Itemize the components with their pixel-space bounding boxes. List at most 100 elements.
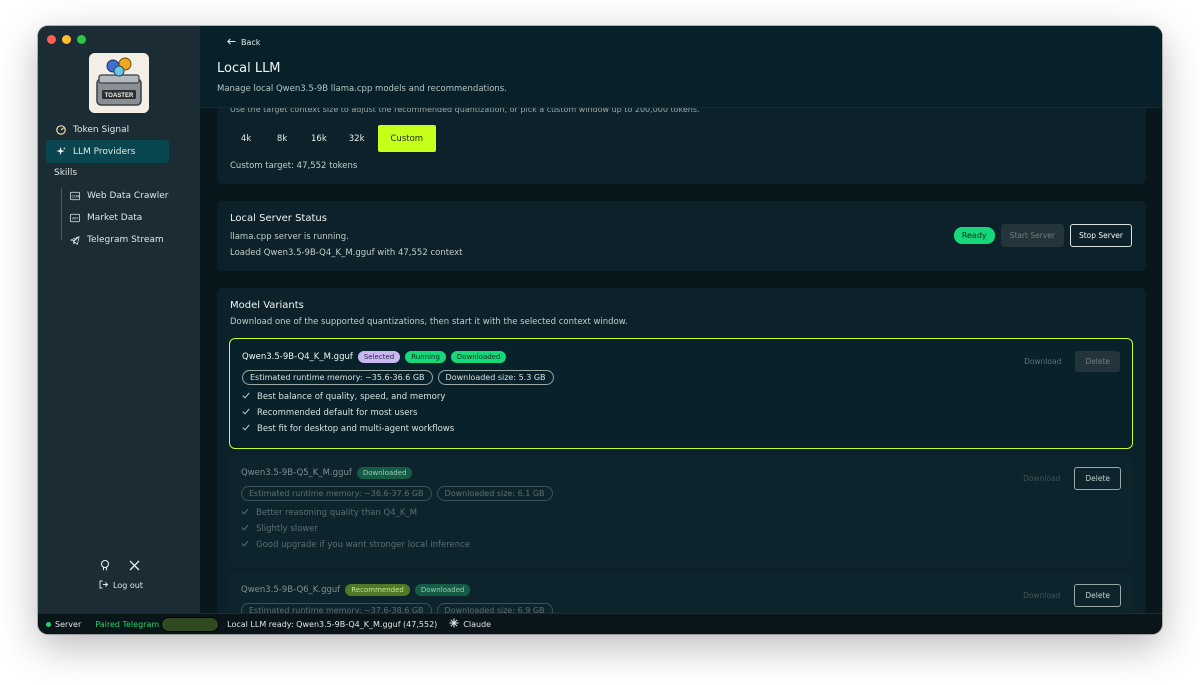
github-icon[interactable] (99, 556, 111, 575)
window-controls (47, 35, 86, 44)
server-ready-badge: Ready (953, 227, 995, 244)
gauge-icon (56, 124, 66, 135)
sidebar-item-label: Telegram Stream (87, 235, 164, 245)
selected-badge: Selected (357, 351, 401, 363)
server-status-label: Server (55, 619, 82, 629)
feature-text: Best fit for desktop and multi-agent wor… (257, 424, 455, 434)
minimize-window-button[interactable] (62, 35, 71, 44)
server-loaded-model: Loaded Qwen3.5-9B-Q4_K_M.gguf with 47,55… (230, 248, 463, 258)
variant-card-q5-k-m[interactable]: Qwen3.5-9B-Q5_K_M.gguf Downloaded Estima… (229, 455, 1133, 565)
context-option-4k[interactable]: 4k (230, 125, 262, 152)
svg-text:TOASTER: TOASTER (105, 93, 134, 99)
feature-text: Slightly slower (256, 524, 318, 534)
download-size-chip: Downloaded size: 6.9 GB (436, 603, 553, 613)
delete-button[interactable]: Delete (1074, 467, 1121, 490)
variant-feature: Good upgrade if you want stronger local … (241, 540, 470, 550)
variant-feature: Recommended default for most users (242, 408, 417, 418)
variant-header: Qwen3.5-9B-Q5_K_M.gguf Downloaded (241, 467, 413, 479)
stop-server-button[interactable]: Stop Server (1069, 224, 1132, 247)
context-size-selector: 4k 8k 16k 32k Custom (230, 125, 437, 152)
context-option-8k[interactable]: 8k (266, 125, 298, 152)
variant-header: Qwen3.5-9B-Q6_K.gguf Recommended Downloa… (241, 584, 471, 596)
variant-card-q4-k-m[interactable]: Qwen3.5-9B-Q4_K_M.gguf Selected Running … (229, 338, 1133, 449)
context-option-custom[interactable]: Custom (377, 125, 437, 152)
variant-meta: Estimated runtime memory: ~35.6-36.6 GB … (242, 370, 554, 385)
variant-actions: Download Delete (1024, 351, 1120, 372)
sidebar-item-token-signal[interactable]: Token Signal (46, 118, 169, 141)
sidebar-item-web-data-crawler[interactable]: .COM Web Data Crawler (64, 186, 168, 206)
running-badge: Running (405, 351, 446, 363)
skills-tree-line (61, 188, 62, 240)
download-size-chip: Downloaded size: 6.1 GB (436, 486, 553, 501)
sidebar-item-llm-providers[interactable]: LLM Providers (46, 140, 169, 163)
llm-status-label: Local LLM ready: Qwen3.5-9B-Q4_K_M.gguf … (227, 619, 438, 629)
variant-feature: Better reasoning quality than Q4_K_M (241, 508, 417, 518)
download-button[interactable]: Download (1023, 591, 1060, 600)
api-icon: API (70, 213, 80, 223)
variant-feature: Slightly slower (241, 524, 318, 534)
model-variants-subtitle: Download one of the supported quantizati… (230, 317, 628, 327)
variant-actions: Download Delete (1023, 467, 1121, 490)
variant-meta: Estimated runtime memory: ~37.6-38.6 GB … (241, 603, 553, 613)
context-option-16k[interactable]: 16k (302, 125, 336, 152)
check-icon (241, 508, 249, 518)
sidebar-item-label: Market Data (87, 213, 143, 223)
feature-text: Recommended default for most users (257, 408, 418, 418)
check-icon (242, 392, 250, 402)
zoom-window-button[interactable] (77, 35, 86, 44)
sidebar-item-label: Web Data Crawler (87, 191, 169, 201)
sparkle-icon (56, 146, 66, 157)
variant-name: Qwen3.5-9B-Q6_K.gguf (241, 585, 341, 595)
sidebar-item-market-data[interactable]: API Market Data (64, 208, 142, 228)
recommended-badge: Recommended (345, 584, 410, 596)
page-header: Back Local LLM Manage local Qwen3.5-9B l… (200, 26, 1162, 108)
main-content: Back Local LLM Manage local Qwen3.5-9B l… (200, 26, 1162, 613)
downloaded-badge: Downloaded (414, 584, 471, 596)
svg-text:API: API (72, 217, 78, 221)
sidebar: TOASTER Token Signal LLM Providers Skill… (38, 26, 200, 613)
sidebar-item-label: Token Signal (73, 124, 130, 135)
logout-button[interactable]: Log out (99, 580, 143, 591)
close-window-button[interactable] (47, 35, 56, 44)
skills-heading: Skills (54, 168, 78, 178)
runtime-memory-chip: Estimated runtime memory: ~36.6-37.6 GB (241, 486, 432, 501)
variant-name: Qwen3.5-9B-Q5_K_M.gguf (241, 468, 352, 478)
feature-text: Good upgrade if you want stronger local … (256, 540, 471, 550)
page-title: Local LLM (217, 61, 281, 76)
telegram-icon (70, 235, 80, 245)
variant-card-q6-k[interactable]: Qwen3.5-9B-Q6_K.gguf Recommended Downloa… (229, 572, 1133, 613)
back-button[interactable]: Back (227, 38, 260, 47)
server-status-item: Server (46, 620, 81, 629)
runtime-memory-chip: Estimated runtime memory: ~37.6-38.6 GB (241, 603, 432, 613)
context-card: Use the target context size to adjust th… (217, 100, 1146, 184)
variant-feature: Best fit for desktop and multi-agent wor… (242, 424, 454, 434)
sidebar-social (38, 556, 200, 575)
download-button[interactable]: Download (1023, 474, 1060, 483)
back-label: Back (241, 38, 261, 47)
app-logo: TOASTER (89, 53, 149, 113)
variant-feature: Best balance of quality, speed, and memo… (242, 392, 445, 402)
claude-label: Claude (463, 619, 492, 629)
svg-text:.COM: .COM (71, 195, 80, 199)
x-icon[interactable] (129, 556, 140, 575)
sidebar-item-telegram-stream[interactable]: Telegram Stream (64, 230, 164, 250)
context-option-32k[interactable]: 32k (340, 125, 374, 152)
sidebar-item-label: LLM Providers (73, 146, 136, 157)
status-bar: Server Paired Telegram Local LLM ready: … (38, 613, 1162, 634)
start-server-button[interactable]: Start Server (1000, 224, 1064, 247)
claude-status-item[interactable]: Claude (449, 618, 491, 630)
feature-text: Best balance of quality, speed, and memo… (257, 392, 446, 402)
delete-button[interactable]: Delete (1075, 351, 1120, 372)
delete-button[interactable]: Delete (1074, 584, 1121, 607)
runtime-memory-chip: Estimated runtime memory: ~35.6-36.6 GB (242, 370, 433, 385)
server-status-card: Local Server Status llama.cpp server is … (217, 201, 1146, 271)
app-window: TOASTER Token Signal LLM Providers Skill… (38, 26, 1162, 634)
llm-status-item: Local LLM ready: Qwen3.5-9B-Q4_K_M.gguf … (227, 620, 437, 629)
download-button[interactable]: Download (1024, 357, 1061, 366)
status-dot-icon (46, 621, 51, 627)
com-icon: .COM (70, 191, 80, 201)
logout-icon (99, 580, 109, 591)
paired-telegram-label: Paired Telegram (95, 619, 160, 629)
check-icon (242, 408, 250, 418)
variant-meta: Estimated runtime memory: ~36.6-37.6 GB … (241, 486, 553, 501)
